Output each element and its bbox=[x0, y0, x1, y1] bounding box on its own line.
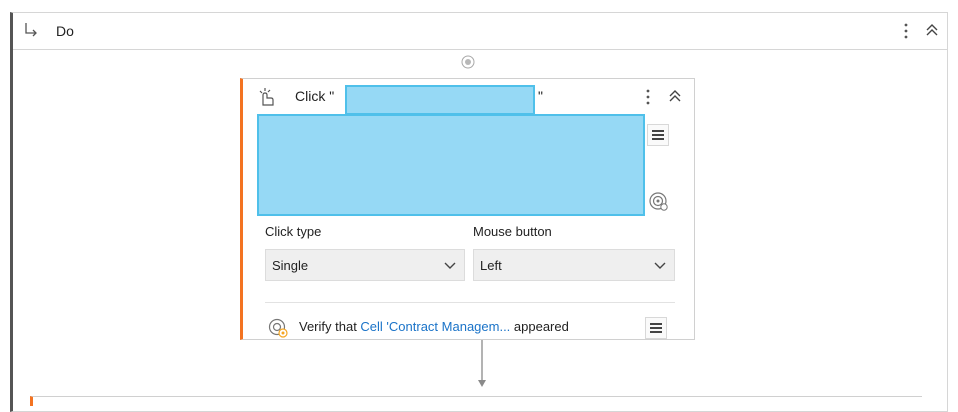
chevron-down-icon bbox=[654, 262, 666, 269]
hamburger-menu-icon bbox=[652, 130, 664, 140]
mouse-button-label: Mouse button bbox=[473, 224, 552, 239]
verify-target-link[interactable]: Cell 'Contract Managem... bbox=[360, 319, 510, 334]
click-activity-card[interactable]: Click " " Click type Single Mouse button… bbox=[240, 78, 695, 340]
verify-options-button[interactable] bbox=[645, 317, 667, 339]
hamburger-menu-icon bbox=[650, 323, 662, 333]
divider bbox=[265, 302, 675, 303]
verify-target-icon bbox=[268, 318, 288, 338]
target-icon[interactable] bbox=[647, 190, 669, 212]
click-title-suffix: " bbox=[538, 88, 543, 104]
kebab-menu-icon[interactable] bbox=[643, 87, 653, 107]
kebab-menu-icon[interactable] bbox=[901, 21, 911, 41]
verify-prefix: Verify that bbox=[299, 319, 361, 334]
click-hand-icon bbox=[259, 88, 274, 106]
insert-activity-icon[interactable] bbox=[461, 55, 475, 69]
return-arrow-icon bbox=[25, 23, 37, 37]
click-title-prefix: Click " bbox=[295, 88, 335, 104]
click-type-value: Single bbox=[272, 258, 309, 273]
redacted-title-target bbox=[345, 85, 535, 115]
target-options-button[interactable] bbox=[647, 124, 669, 146]
collapse-icon[interactable] bbox=[668, 89, 682, 103]
verify-suffix: appeared bbox=[510, 319, 569, 334]
flow-connector-arrow bbox=[478, 340, 486, 387]
chevron-down-icon bbox=[444, 262, 456, 269]
mouse-button-select[interactable]: Left bbox=[473, 249, 675, 281]
redacted-target-screenshot bbox=[257, 114, 645, 216]
mouse-button-value: Left bbox=[480, 258, 502, 273]
collapse-icon[interactable] bbox=[925, 23, 939, 37]
click-type-select[interactable]: Single bbox=[265, 249, 465, 281]
do-header[interactable]: Do bbox=[13, 13, 947, 50]
do-title: Do bbox=[56, 23, 74, 39]
verify-statement: Verify that Cell 'Contract Managem... ap… bbox=[299, 319, 569, 334]
next-activity-card[interactable] bbox=[30, 396, 922, 406]
click-type-label: Click type bbox=[265, 224, 322, 239]
